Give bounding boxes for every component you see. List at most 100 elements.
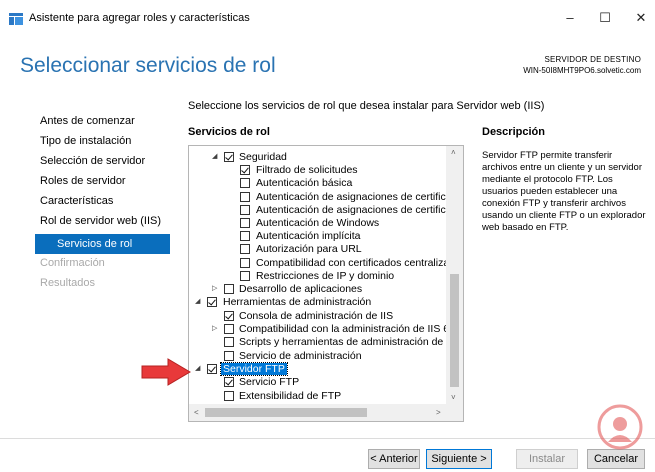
scroll-up-icon[interactable]: ˄ <box>451 148 456 158</box>
tree-item-label: Autenticación de asignaciones de certifi… <box>256 204 458 216</box>
nav-item-resultados: Resultados <box>40 277 96 289</box>
wizard-nav: Antes de comenzar Tipo de instalación Se… <box>35 114 170 296</box>
checkbox-autenticacion-asignaciones-1[interactable] <box>240 192 250 202</box>
maximize-button[interactable]: ☐ <box>592 8 618 28</box>
expand-icon[interactable]: ▷ <box>212 283 220 295</box>
checkbox-autorizacion-url[interactable] <box>240 244 250 254</box>
server-manager-icon <box>9 13 23 25</box>
tree-item-servicio-administracion[interactable]: Servicio de administración <box>189 350 447 362</box>
horizontal-scrollbar[interactable]: < > <box>189 404 463 421</box>
destination-server-label: SERVIDOR DE DESTINO <box>544 55 641 64</box>
tree-item-extensibilidad-ftp[interactable]: Extensibilidad de FTP <box>189 390 447 402</box>
checkbox-scripts-herramientas[interactable] <box>224 337 234 347</box>
tree-item-filtrado-solicitudes[interactable]: Filtrado de solicitudes <box>189 164 447 176</box>
tree-item-label: Autenticación básica <box>256 177 353 189</box>
tree-item-label: Servicio FTP <box>239 376 300 388</box>
title-bar: Asistente para agregar roles y caracterí… <box>0 0 655 36</box>
nav-item-confirmacion: Confirmación <box>40 257 105 269</box>
tree-item-label: Desarrollo de aplicaciones <box>239 283 363 295</box>
checkbox-filtrado-solicitudes[interactable] <box>240 165 250 175</box>
checkbox-compatibilidad-certificados[interactable] <box>240 258 250 268</box>
red-arrow-icon <box>141 358 191 386</box>
role-services-tree[interactable]: ◢ Seguridad Filtrado de solicitudes Aute… <box>188 145 464 422</box>
tree-item-label: Restricciones de IP y dominio <box>256 270 395 282</box>
checkbox-servicio-ftp[interactable] <box>224 377 234 387</box>
tree-item-herramientas-administracion[interactable]: ◢ Herramientas de administración <box>189 296 447 308</box>
tree-item-label: Consola de administración de IIS <box>239 310 394 322</box>
tree-item-label: Autenticación de asignaciones de certifi… <box>256 191 458 203</box>
checkbox-autenticacion-implicita[interactable] <box>240 231 250 241</box>
services-title: Servicios de rol <box>188 126 270 138</box>
nav-item-servicios-de-rol[interactable]: Servicios de rol <box>35 234 170 254</box>
checkbox-autenticacion-basica[interactable] <box>240 178 250 188</box>
tree-item-autenticacion-implicita[interactable]: Autenticación implícita <box>189 230 447 242</box>
nav-item-rol-servidor-web[interactable]: Rol de servidor web (IIS) <box>35 214 170 234</box>
tree-item-autenticacion-asignaciones-1[interactable]: Autenticación de asignaciones de certifi… <box>189 191 457 203</box>
nav-item-seleccion-servidor[interactable]: Selección de servidor <box>35 154 170 174</box>
vertical-scroll-thumb[interactable] <box>450 274 459 387</box>
tree-item-label: Seguridad <box>239 151 287 163</box>
checkbox-compatibilidad-iis6[interactable] <box>224 324 234 334</box>
page-title: Seleccionar servicios de rol <box>20 54 276 77</box>
intro-text: Seleccione los servicios de rol que dese… <box>188 100 545 112</box>
checkbox-restricciones-ip[interactable] <box>240 271 250 281</box>
collapse-icon[interactable]: ◢ <box>195 363 203 375</box>
minimize-button[interactable]: – <box>557 8 583 28</box>
collapse-icon[interactable]: ◢ <box>212 151 220 163</box>
expand-icon[interactable]: ▷ <box>212 323 220 335</box>
tree-item-label: Filtrado de solicitudes <box>256 164 358 176</box>
close-button[interactable]: ✕ <box>628 8 654 28</box>
checkbox-consola-administracion[interactable] <box>224 311 234 321</box>
tree-item-label: Compatibilidad con la administración de … <box>239 323 450 335</box>
tree-item-consola-administracion[interactable]: Consola de administración de IIS <box>189 310 447 322</box>
tree-item-label-selected: Servidor FTP <box>220 362 288 376</box>
tree-item-compatibilidad-iis6[interactable]: ▷ Compatibilidad con la administración d… <box>189 323 450 335</box>
nav-item-caracteristicas[interactable]: Características <box>35 194 170 214</box>
tree-item-label: Compatibilidad con certificados centrali… <box>256 257 456 269</box>
tree-item-label: Extensibilidad de FTP <box>239 390 342 402</box>
checkbox-autenticacion-asignaciones-2[interactable] <box>240 205 250 215</box>
footer-divider <box>0 438 655 439</box>
tree-item-autorizacion-url[interactable]: Autorización para URL <box>189 243 447 255</box>
cancel-button[interactable]: Cancelar <box>587 449 645 469</box>
checkbox-servicio-administracion[interactable] <box>224 351 234 361</box>
window-title: Asistente para agregar roles y caracterí… <box>29 12 250 24</box>
watermark-logo-icon <box>597 404 643 450</box>
checkbox-servidor-ftp[interactable] <box>207 364 217 374</box>
vertical-scrollbar[interactable]: ˄ ˅ <box>446 146 463 405</box>
collapse-icon[interactable]: ◢ <box>195 296 203 308</box>
tree-item-servidor-ftp[interactable]: ◢ Servidor FTP <box>189 362 447 376</box>
scroll-left-icon[interactable]: < <box>194 408 199 418</box>
tree-item-label: Servicio de administración <box>239 350 362 362</box>
tree-item-scripts-herramientas[interactable]: Scripts y herramientas de administración… <box>189 336 459 348</box>
tree-item-label: Herramientas de administración <box>223 296 372 308</box>
checkbox-seguridad[interactable] <box>224 152 234 162</box>
checkbox-autenticacion-windows[interactable] <box>240 218 250 228</box>
install-button: Instalar <box>516 449 578 469</box>
nav-item-roles-servidor[interactable]: Roles de servidor <box>35 174 170 194</box>
horizontal-scroll-thumb[interactable] <box>205 408 367 417</box>
tree-item-label: Scripts y herramientas de administración… <box>239 336 460 348</box>
checkbox-herramientas-administracion[interactable] <box>207 297 217 307</box>
checkbox-extensibilidad-ftp[interactable] <box>224 391 234 401</box>
description-title: Descripción <box>482 126 545 138</box>
tree-item-compatibilidad-certificados[interactable]: Compatibilidad con certificados centrali… <box>189 257 455 269</box>
description-text: Servidor FTP permite transferir archivos… <box>482 150 646 233</box>
scroll-right-icon[interactable]: > <box>436 408 441 418</box>
tree-item-autenticacion-basica[interactable]: Autenticación básica <box>189 177 447 189</box>
tree-item-label: Autorización para URL <box>256 243 362 255</box>
checkbox-desarrollo-aplicaciones[interactable] <box>224 284 234 294</box>
tree-item-autenticacion-windows[interactable]: Autenticación de Windows <box>189 217 447 229</box>
nav-item-antes-de-comenzar[interactable]: Antes de comenzar <box>35 114 170 134</box>
tree-item-restricciones-ip[interactable]: Restricciones de IP y dominio <box>189 270 447 282</box>
nav-item-tipo-instalacion[interactable]: Tipo de instalación <box>35 134 170 154</box>
tree-item-desarrollo-aplicaciones[interactable]: ▷ Desarrollo de aplicaciones <box>189 283 447 295</box>
tree-item-servicio-ftp[interactable]: Servicio FTP <box>189 376 447 388</box>
tree-item-autenticacion-asignaciones-2[interactable]: Autenticación de asignaciones de certifi… <box>189 204 457 216</box>
destination-server-name: WIN-50I8MHT9PO6.solvetic.com <box>523 66 641 75</box>
back-button[interactable]: < Anterior <box>368 449 420 469</box>
next-button[interactable]: Siguiente > <box>426 449 492 469</box>
scroll-down-icon[interactable]: ˅ <box>451 393 456 403</box>
tree-item-label: Autenticación implícita <box>256 230 361 242</box>
tree-item-seguridad[interactable]: ◢ Seguridad <box>189 151 447 163</box>
